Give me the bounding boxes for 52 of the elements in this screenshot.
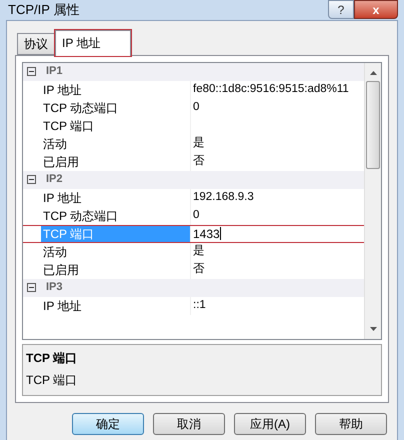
property-name: TCP 端口 — [41, 224, 191, 242]
property-value: ::1 — [192, 298, 207, 313]
category-label: IP2 — [46, 172, 63, 188]
collapse-toggle[interactable] — [27, 67, 36, 76]
property-row[interactable]: TCP 端口 1433 — [23, 224, 381, 242]
property-row[interactable]: TCP 端口 — [23, 116, 364, 134]
minus-icon — [28, 68, 35, 75]
property-row[interactable]: 活动 是 — [23, 134, 364, 152]
property-value: 0 — [192, 100, 200, 115]
tab[interactable]: IP 地址 — [55, 30, 132, 56]
property-row[interactable]: IP 地址 192.168.9.3 — [23, 188, 364, 206]
description-title: TCP 端口 — [26, 350, 78, 366]
minus-icon — [28, 284, 35, 291]
category-label: IP3 — [46, 280, 63, 296]
property-name: IP 地址 — [41, 296, 191, 314]
scrollbar[interactable] — [364, 62, 381, 338]
window-title: TCP/IP 属性 — [7, 1, 80, 19]
property-name: IP 地址 — [41, 188, 191, 206]
property-name: TCP 动态端口 — [41, 206, 191, 224]
property-row[interactable]: IP 地址 fe80::1d8c:9516:9515:ad8%11 — [23, 80, 364, 98]
scroll-thumb[interactable] — [366, 80, 380, 168]
property-row[interactable]: 活动 是 — [23, 242, 364, 260]
property-row[interactable]: TCP 动态端口 0 — [23, 98, 364, 116]
category-row[interactable]: IP1 — [23, 62, 364, 80]
property-value: 是 — [192, 244, 206, 259]
dialog-button[interactable]: 取消 — [153, 412, 225, 434]
collapse-toggle[interactable] — [27, 283, 36, 292]
collapse-toggle[interactable] — [27, 175, 36, 184]
property-row[interactable]: IP 地址 ::1 — [23, 296, 364, 314]
property-value: 否 — [192, 262, 206, 277]
property-name: 活动 — [41, 242, 191, 260]
property-row[interactable]: TCP 动态端口 0 — [23, 206, 364, 224]
property-value: 否 — [192, 154, 206, 169]
property-value: 0 — [192, 208, 200, 223]
value-field[interactable]: 1433 — [191, 224, 364, 242]
tab[interactable]: 协议 — [17, 32, 55, 54]
property-name: 活动 — [41, 134, 191, 152]
property-name: IP 地址 — [41, 80, 191, 98]
category-label: IP1 — [46, 64, 63, 80]
property-value: 192.168.9.3 — [192, 190, 255, 205]
description-text: TCP 端口 — [26, 372, 78, 388]
minus-icon — [28, 176, 35, 183]
dialog-button[interactable]: 帮助 — [315, 412, 387, 434]
category-row[interactable]: IP3 — [23, 278, 364, 296]
property-value: fe80::1d8c:9516:9515:ad8%11 — [192, 82, 350, 97]
property-name: TCP 端口 — [41, 116, 191, 134]
category-row[interactable]: IP2 — [23, 170, 364, 188]
dialog-button[interactable]: 应用(A) — [234, 412, 306, 434]
help-button[interactable]: ? — [328, 0, 354, 19]
dialog-button[interactable]: 确定 — [72, 412, 144, 434]
property-value: 是 — [192, 136, 206, 151]
property-name: TCP 动态端口 — [41, 98, 191, 116]
